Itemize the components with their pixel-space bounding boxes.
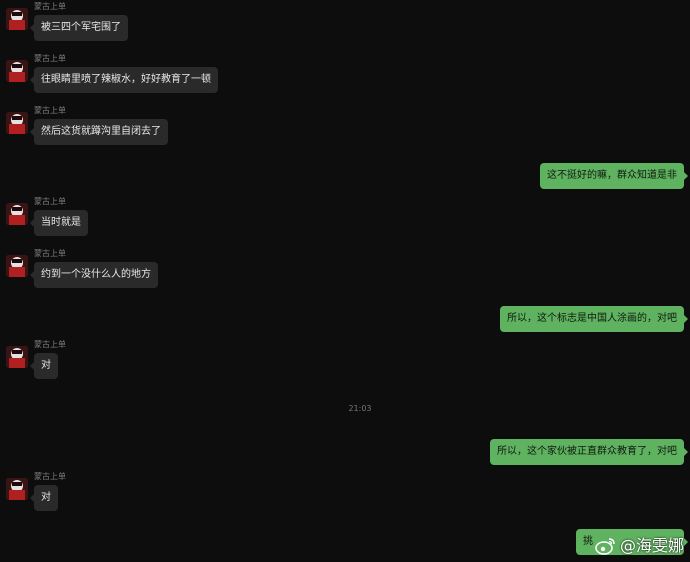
timestamp-divider: 21:03	[348, 404, 372, 413]
watermark: @海雯娜	[594, 537, 684, 555]
avatar[interactable]	[6, 112, 28, 134]
avatar[interactable]	[6, 8, 28, 30]
message-bubble[interactable]: 往眼睛里喷了辣椒水，好好教育了一顿	[30, 67, 218, 93]
message-bubble[interactable]: 对	[30, 353, 58, 379]
avatar-image	[6, 8, 28, 30]
message-bubble-self[interactable]: 这不挺好的嘛，群众知道是非	[540, 163, 688, 189]
message-bubble-self[interactable]: 所以，这个标志是中国人涂画的，对吧	[500, 306, 688, 332]
avatar[interactable]	[6, 60, 28, 82]
watermark-text: @海雯娜	[619, 536, 684, 555]
sender-name: 蒙古上单	[34, 2, 66, 11]
sender-name: 蒙古上单	[34, 197, 66, 206]
sender-name: 蒙古上单	[34, 340, 66, 349]
weibo-logo-icon	[595, 538, 615, 555]
avatar-image	[6, 255, 28, 277]
avatar-image	[6, 203, 28, 225]
avatar-image	[6, 112, 28, 134]
sender-name: 蒙古上单	[34, 54, 66, 63]
message-bubble[interactable]: 约到一个没什么人的地方	[30, 262, 158, 288]
message-bubble[interactable]: 被三四个军宅围了	[30, 15, 128, 41]
message-bubble[interactable]: 当时就是	[30, 210, 88, 236]
avatar[interactable]	[6, 203, 28, 225]
sender-name: 蒙古上单	[34, 249, 66, 258]
message-bubble[interactable]: 然后这货就蹲沟里自闭去了	[30, 119, 168, 145]
message-bubble[interactable]: 对	[30, 485, 58, 511]
sender-name: 蒙古上单	[34, 106, 66, 115]
sender-name: 蒙古上单	[34, 472, 66, 481]
avatar[interactable]	[6, 478, 28, 500]
message-bubble-self[interactable]: 所以，这个家伙被正直群众教育了，对吧	[490, 439, 688, 465]
avatar[interactable]	[6, 346, 28, 368]
avatar-image	[6, 60, 28, 82]
avatar-image	[6, 346, 28, 368]
avatar[interactable]	[6, 255, 28, 277]
avatar-image	[6, 478, 28, 500]
